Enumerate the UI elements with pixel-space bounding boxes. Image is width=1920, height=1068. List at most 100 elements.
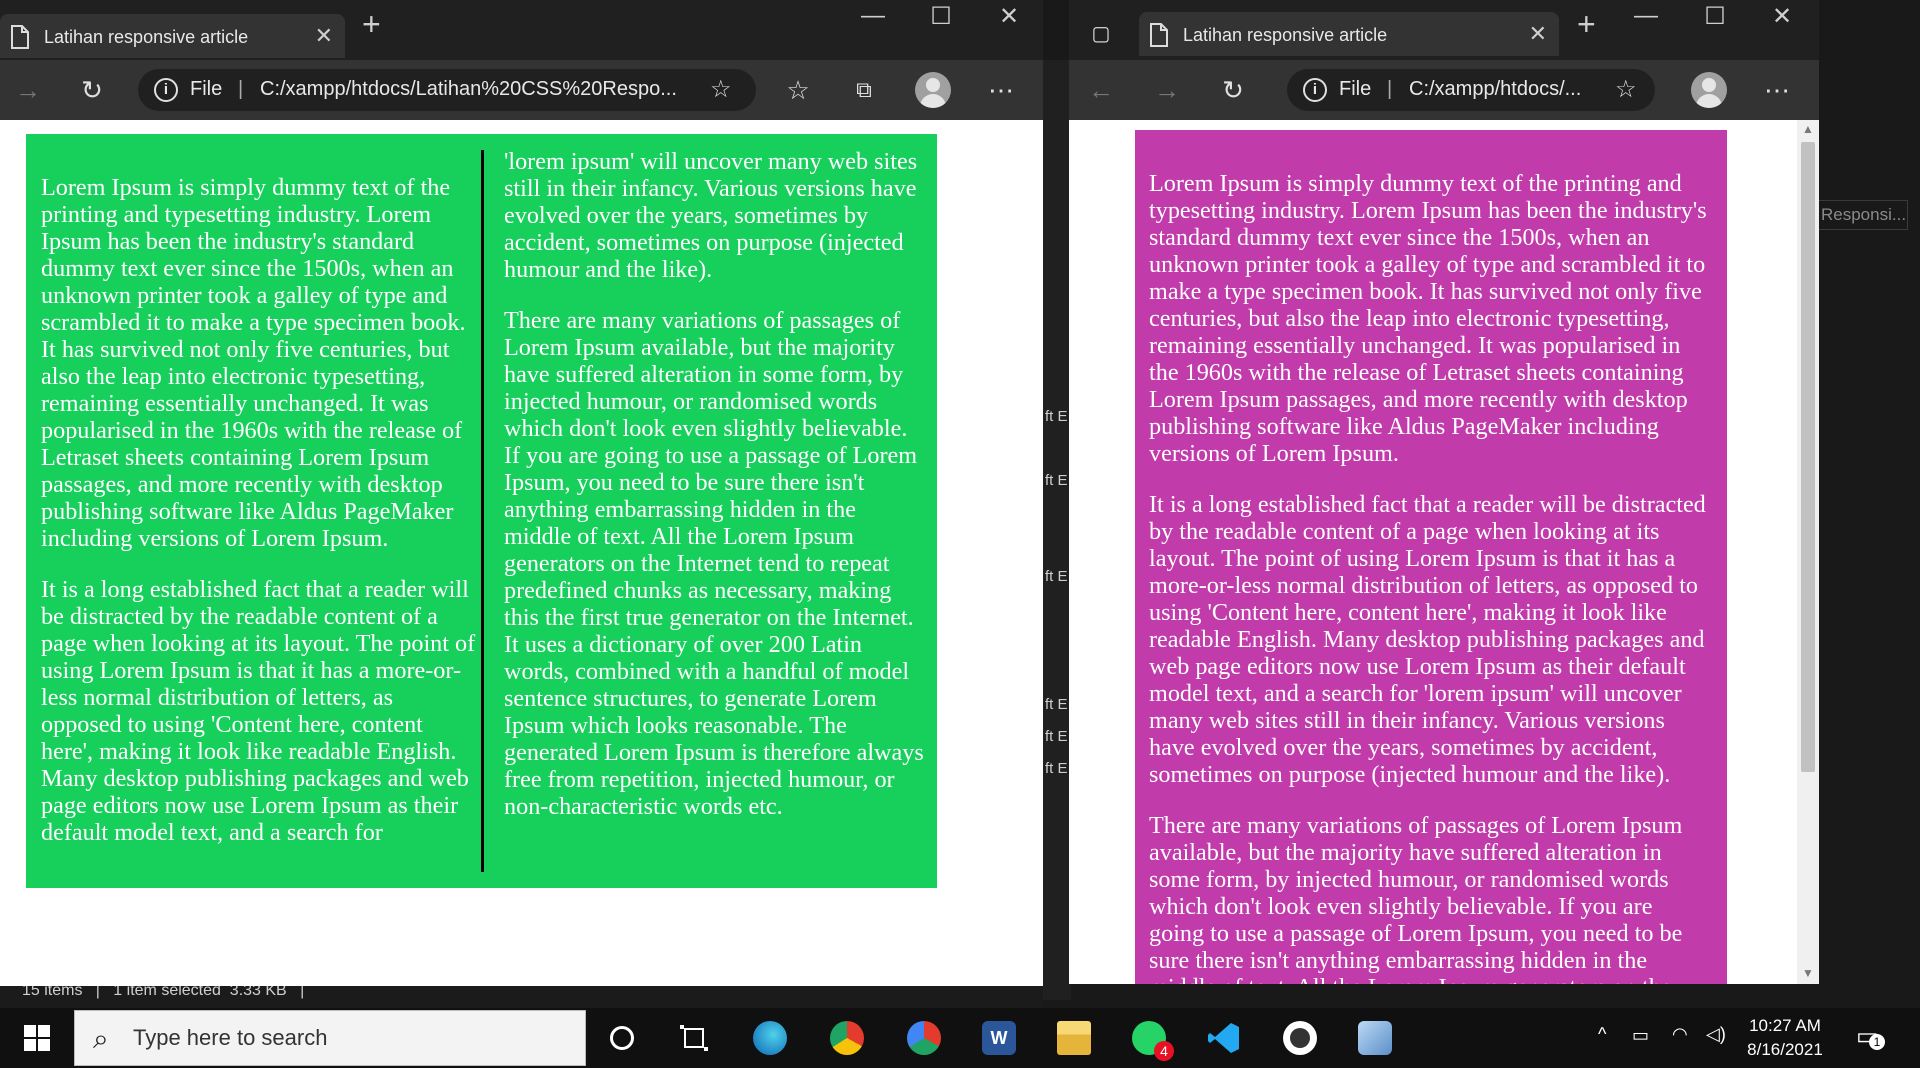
article-green: Lorem Ipsum is simply dummy text of the … (26, 134, 937, 888)
background-label: ft E (1045, 696, 1068, 713)
article-paragraph: There are many variations of passages of… (504, 307, 924, 820)
close-tab-icon[interactable]: ✕ (315, 23, 333, 49)
profile-avatar[interactable] (915, 72, 951, 108)
browser-toolbar: → ↻ i File | C:/xampp/htdocs/Latihan%20C… (0, 60, 1043, 120)
forward-icon[interactable]: → (1147, 70, 1187, 110)
vscode-glyph (1208, 1023, 1239, 1053)
close-tab-icon[interactable]: ✕ (1529, 21, 1547, 47)
page-viewport: Lorem Ipsum is simply dummy text of the … (0, 120, 1043, 986)
back-icon[interactable]: ← (1081, 70, 1121, 110)
scrollbar-thumb[interactable] (1801, 142, 1815, 772)
volume-icon[interactable]: ◁) (1706, 1024, 1726, 1045)
background-label: ft E (1045, 472, 1068, 489)
whatsapp-badge: 4 (1154, 1041, 1174, 1061)
tab-strip: Latihan responsive article ✕ + — ☐ ✕ (0, 0, 1043, 60)
obs-inner (1290, 1028, 1310, 1048)
vscode-icon[interactable] (1207, 1021, 1241, 1055)
scheme-label: File (1339, 78, 1372, 100)
add-favorite-icon[interactable]: ☆ (710, 75, 732, 104)
article-paragraph: Lorem Ipsum is simply dummy text of the … (41, 174, 466, 552)
address-separator: | (238, 78, 244, 100)
task-view-icon (680, 1025, 708, 1051)
info-icon[interactable]: i (1303, 78, 1327, 102)
background-label: ft E (1045, 760, 1068, 777)
page-icon (1150, 23, 1168, 47)
cortana-icon (610, 1026, 634, 1050)
browser-tab[interactable]: Latihan responsive article ✕ (0, 14, 345, 58)
minimize-icon[interactable]: — (1616, 2, 1676, 30)
browser-tab[interactable]: Latihan responsive article ✕ (1139, 12, 1559, 56)
clock-date: 8/16/2021 (1747, 1040, 1823, 1059)
scroll-up-icon[interactable]: ▲ (1797, 122, 1819, 136)
cortana-button[interactable] (606, 1008, 642, 1068)
tab-actions-icon[interactable]: ▢ (1081, 14, 1121, 54)
address-url[interactable]: C:/xampp/htdocs/... (1409, 78, 1581, 101)
chrome-icon[interactable] (830, 1021, 864, 1055)
system-clock[interactable]: 10:27 AM 8/16/2021 (1735, 1014, 1835, 1062)
add-favorite-icon[interactable]: ☆ (1615, 75, 1637, 104)
file-explorer-icon[interactable] (1057, 1021, 1091, 1055)
background-label: ft E (1045, 408, 1068, 425)
background-window-strip: ft E ft E ft E ft E ft E ft E (1043, 60, 1071, 1000)
scheme-label: File (190, 78, 223, 100)
wifi-icon[interactable]: ◠ (1672, 1024, 1688, 1045)
more-options-icon[interactable]: ⋯ (981, 70, 1021, 110)
refresh-icon[interactable]: ↻ (72, 70, 112, 110)
tab-title: Latihan responsive article (1183, 25, 1388, 45)
collections-icon[interactable]: ⧉ (844, 70, 884, 110)
address-bar[interactable]: i File | C:/xampp/htdocs/... ☆ (1287, 69, 1655, 111)
search-placeholder: Type here to search (133, 1025, 328, 1050)
tab-title: Latihan responsive article (44, 27, 249, 47)
left-browser-window: Latihan responsive article ✕ + — ☐ ✕ → ↻… (0, 0, 1043, 986)
background-label: ft E (1045, 568, 1068, 585)
search-icon: ⌕ (93, 1023, 109, 1054)
maximize-icon[interactable]: ☐ (911, 2, 971, 31)
background-label: ft E (1045, 728, 1068, 745)
chrome-alt-icon[interactable] (907, 1021, 941, 1055)
battery-icon[interactable]: ▭ (1632, 1025, 1649, 1046)
address-url[interactable]: C:/xampp/htdocs/Latihan%20CSS%20Respo... (260, 78, 677, 101)
address-bar[interactable]: i File | C:/xampp/htdocs/Latihan%20CSS%2… (138, 69, 756, 111)
refresh-icon[interactable]: ↻ (1213, 70, 1253, 110)
new-tab-button[interactable]: + (1577, 6, 1596, 43)
page-icon (11, 25, 29, 49)
article-paragraph: 'lorem ipsum' will uncover many web site… (504, 148, 918, 283)
scroll-down-icon[interactable]: ▼ (1797, 966, 1819, 980)
word-icon[interactable]: W (982, 1021, 1016, 1055)
new-tab-button[interactable]: + (362, 6, 381, 43)
edge-icon[interactable] (753, 1021, 787, 1055)
whatsapp-icon[interactable]: 4 (1132, 1021, 1174, 1061)
article-paragraph: It is a long established fact that a rea… (1149, 491, 1706, 788)
close-window-icon[interactable]: ✕ (979, 2, 1039, 31)
virtualbox-icon[interactable] (1358, 1021, 1392, 1055)
vertical-scrollbar[interactable]: ▲ ▼ (1797, 120, 1819, 984)
article-paragraph: There are many variations of passages of… (1149, 812, 1683, 984)
page-viewport: Lorem Ipsum is simply dummy text of the … (1069, 120, 1819, 984)
minimize-icon[interactable]: — (843, 2, 903, 30)
profile-avatar[interactable] (1691, 72, 1727, 108)
windows-icon (24, 1025, 50, 1051)
info-icon[interactable]: i (154, 78, 178, 102)
tray-expand-icon[interactable]: ^ (1598, 1024, 1606, 1045)
obs-icon[interactable] (1283, 1021, 1317, 1055)
tab-strip: ▢ Latihan responsive article ✕ + — ☐ ✕ (1069, 0, 1819, 60)
taskbar: ⌕ Type here to search W 4 ^ ▭ ◠ ◁) 10:27… (0, 1008, 1920, 1068)
article-column-1: Lorem Ipsum is simply dummy text of the … (41, 174, 477, 870)
article-paragraph: Lorem Ipsum is simply dummy text of the … (1149, 170, 1707, 467)
taskbar-search[interactable]: ⌕ Type here to search (74, 1010, 586, 1066)
start-button[interactable] (14, 1008, 64, 1068)
maximize-icon[interactable]: ☐ (1685, 2, 1745, 31)
article-column-2: 'lorem ipsum' will uncover many web site… (504, 148, 929, 872)
notification-count: 1 (1869, 1034, 1885, 1050)
clock-time: 10:27 AM (1749, 1016, 1821, 1035)
task-view-button[interactable] (676, 1008, 716, 1068)
forward-icon[interactable]: → (8, 70, 48, 110)
article-paragraph: It is a long established fact that a rea… (41, 576, 476, 846)
notification-center-icon[interactable]: ▭ 1 (1856, 1022, 1885, 1051)
more-options-icon[interactable]: ⋯ (1757, 70, 1797, 110)
browser-toolbar: ← → ↻ i File | C:/xampp/htdocs/... ☆ ⋯ (1069, 60, 1819, 120)
background-panel-label[interactable]: Responsi... (1818, 200, 1908, 230)
close-window-icon[interactable]: ✕ (1752, 2, 1812, 31)
column-divider (481, 150, 484, 872)
favorites-icon[interactable]: ☆ (778, 70, 818, 110)
